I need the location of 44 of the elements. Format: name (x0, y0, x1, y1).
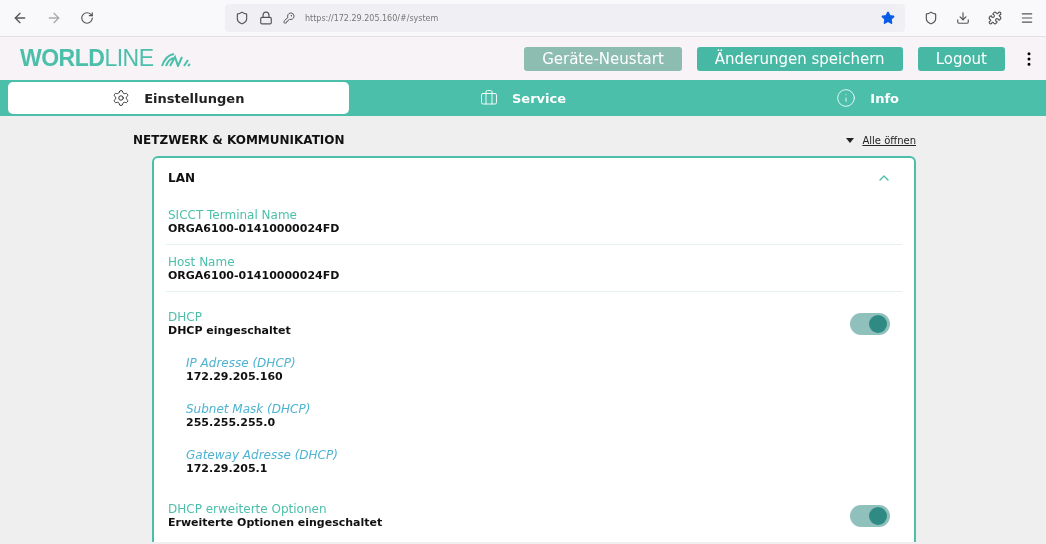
reload-icon[interactable] (80, 11, 94, 25)
field-label: DHCP erweiterte Optionen (168, 502, 328, 516)
field-value: DHCP eingeschaltet (168, 324, 291, 338)
field-value: 255.255.255.0 (186, 416, 277, 430)
header-button[interactable]: Logout (917, 46, 1005, 71)
logo: WORLDLINE (20, 45, 154, 72)
expand-all-link[interactable]: Alle öffnen (846, 134, 916, 146)
field-label: DHCP (168, 310, 203, 324)
field-label: Host Name (168, 255, 236, 269)
info-icon (836, 88, 857, 108)
bookmark-star-icon[interactable] (881, 11, 895, 25)
menu-icon[interactable] (1020, 11, 1034, 25)
caret-icon (846, 137, 855, 143)
gear-icon (112, 89, 131, 107)
field-label: Gateway Adresse (DHCP) (186, 448, 338, 462)
field-value: Erweiterte Optionen eingeschaltet (168, 516, 383, 530)
url-text: https://172.29.205.160/#/system (305, 13, 440, 23)
address-bar[interactable]: https://172.29.205.160/#/system (225, 4, 905, 32)
card-title: LAN (168, 171, 195, 185)
key-icon (283, 12, 295, 24)
extensions-icon[interactable] (988, 11, 1002, 25)
shield-icon (235, 11, 249, 25)
field-value: 172.29.205.1 (186, 462, 269, 476)
toggle-switch[interactable] (850, 505, 890, 527)
field-label: SICCT Terminal Name (168, 208, 298, 222)
download-icon[interactable] (956, 11, 970, 25)
header-button[interactable]: Änderungen speichern (696, 46, 903, 71)
field-value: ORGA6100-01410000024FD (168, 269, 340, 283)
nav-tab[interactable]: Einstellungen (8, 82, 349, 114)
toggle-switch[interactable] (850, 313, 890, 335)
tab-label: Info (870, 90, 899, 106)
tab-label: Service (511, 90, 566, 106)
logo-waves-icon (159, 50, 192, 67)
back-icon[interactable] (12, 10, 28, 26)
section-title: NETZWERK & KOMMUNIKATION (133, 133, 345, 147)
toolbox-icon (479, 89, 498, 107)
field-label: IP Adresse (DHCP) (186, 356, 296, 370)
lock-icon (259, 11, 273, 25)
field-label: Subnet Mask (DHCP) (186, 402, 311, 416)
field-value: 172.29.205.160 (186, 370, 284, 384)
nav-tab[interactable]: Service (352, 82, 694, 114)
field-value: ORGA6100-01410000024FD (168, 222, 340, 236)
nav-tab[interactable]: Info (697, 82, 1038, 114)
tab-label: Einstellungen (144, 90, 245, 106)
